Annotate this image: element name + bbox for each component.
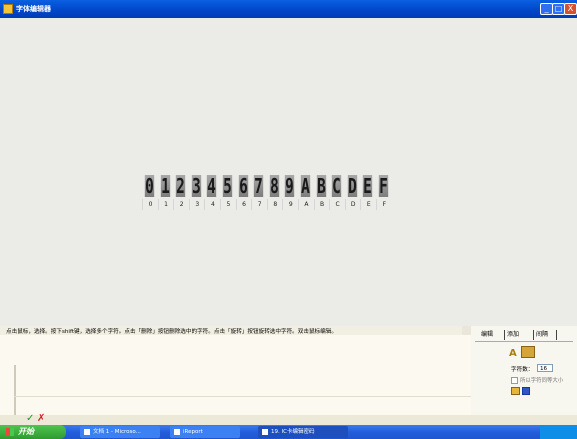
status-bar: 点击鼠标，选择。按下shift键，选择多个字符。点击「删除」按钮删除选中的字符。… bbox=[0, 326, 466, 335]
glyph-cell[interactable]: 77 bbox=[251, 175, 267, 217]
glyph-cell[interactable]: 55 bbox=[219, 175, 236, 217]
glyph-image[interactable]: 6 bbox=[238, 175, 248, 197]
taskbar-item-word[interactable]: 文档 1 - Microso... bbox=[80, 426, 160, 438]
close-button[interactable]: X bbox=[564, 3, 577, 15]
glyph-image[interactable]: D bbox=[347, 175, 357, 197]
glyph-image[interactable]: 0 bbox=[144, 175, 155, 197]
glyph-cell[interactable]: FF bbox=[375, 175, 392, 217]
font-settings-icon[interactable] bbox=[521, 346, 535, 358]
glyph-label: F bbox=[375, 199, 392, 210]
font-tools[interactable]: A bbox=[509, 346, 537, 366]
glyph-image[interactable]: F bbox=[378, 175, 389, 197]
glyph-image[interactable]: B bbox=[316, 175, 326, 197]
glyph-image[interactable]: A bbox=[300, 175, 311, 197]
same-size-label: 所以字符同等大小 bbox=[520, 378, 564, 384]
glyph-image[interactable]: 2 bbox=[176, 175, 186, 197]
glyph-strip: 00112233445566778899AABBCCDDEEFF bbox=[142, 175, 392, 217]
glyph-label: 8 bbox=[266, 199, 283, 210]
glyph-label: 0 bbox=[142, 199, 158, 210]
glyph-cell[interactable]: AA bbox=[297, 175, 314, 217]
glyph-label: B bbox=[313, 199, 330, 210]
windows-logo-icon bbox=[6, 428, 14, 436]
cancel-icon[interactable]: ✗ bbox=[37, 413, 45, 424]
glyph-label: 7 bbox=[251, 199, 267, 210]
glyph-label: 5 bbox=[219, 199, 236, 210]
taskbar-item-card-editor[interactable]: 19. IC卡编辑密码 bbox=[258, 426, 348, 438]
checkbox-icon[interactable] bbox=[511, 377, 518, 384]
glyph-cell[interactable]: DD bbox=[344, 175, 361, 217]
tab-add[interactable]: 添加 bbox=[504, 330, 521, 340]
font-icon[interactable]: A bbox=[509, 348, 517, 359]
glyph-cell[interactable]: 22 bbox=[173, 175, 189, 217]
title-bar: 字体编辑器 _ □ X bbox=[0, 0, 577, 18]
tab-edit[interactable]: 编辑 bbox=[479, 330, 495, 340]
ok-icon[interactable]: ✓ bbox=[26, 413, 34, 424]
taskbar-item-label: 文档 1 - Microso... bbox=[93, 429, 141, 435]
right-panel: 编辑 添加 间隔 A 字符数： 16 所以字符同等大小 bbox=[471, 326, 577, 415]
glyph-cell[interactable]: 44 bbox=[204, 175, 220, 217]
divider bbox=[14, 396, 492, 397]
taskbar-item-label: 19. IC卡编辑密码 bbox=[271, 429, 315, 435]
same-size-checkbox[interactable]: 所以字符同等大小 bbox=[511, 376, 563, 384]
glyph-label: C bbox=[329, 199, 345, 210]
glyph-label: 3 bbox=[188, 199, 205, 210]
window-title: 字体编辑器 bbox=[16, 5, 51, 13]
char-count-label: 字符数： bbox=[511, 367, 534, 373]
status-hint: 点击鼠标，选择。按下shift键，选择多个字符。点击「删除」按钮删除选中的字符。… bbox=[6, 329, 337, 335]
save-icon[interactable] bbox=[522, 387, 530, 395]
edit-area[interactable]: ✓ ✗ bbox=[0, 335, 492, 424]
glyph-cell[interactable]: 99 bbox=[282, 175, 298, 217]
glyph-cell[interactable]: 88 bbox=[266, 175, 283, 217]
glyph-cell[interactable]: CC bbox=[329, 175, 345, 217]
system-tray[interactable] bbox=[540, 425, 577, 439]
glyph-label: 2 bbox=[173, 199, 189, 210]
divider bbox=[14, 365, 16, 415]
glyph-image[interactable]: C bbox=[331, 175, 342, 197]
glyph-image[interactable]: 5 bbox=[222, 175, 233, 197]
glyph-cell[interactable]: 66 bbox=[235, 175, 252, 217]
glyph-image[interactable]: E bbox=[363, 175, 373, 197]
taskbar: 开始 文档 1 - Microso... iReport 19. IC卡编辑密码 bbox=[0, 425, 577, 439]
glyph-label: 9 bbox=[282, 199, 298, 210]
document-icon bbox=[84, 428, 90, 435]
glyph-label: A bbox=[297, 199, 314, 210]
glyph-image[interactable]: 1 bbox=[160, 175, 170, 197]
taskbar-item-label: iReport bbox=[183, 429, 203, 435]
app-icon bbox=[174, 428, 180, 435]
app-icon bbox=[262, 428, 268, 435]
start-button[interactable]: 开始 bbox=[0, 425, 66, 439]
glyph-cell[interactable]: BB bbox=[313, 175, 330, 217]
glyph-label: 4 bbox=[204, 199, 220, 210]
glyph-label: D bbox=[344, 199, 361, 210]
glyph-label: 1 bbox=[157, 199, 174, 210]
glyph-image[interactable]: 7 bbox=[253, 175, 264, 197]
glyph-image[interactable]: 4 bbox=[207, 175, 217, 197]
divider bbox=[475, 341, 573, 342]
start-label: 开始 bbox=[18, 427, 34, 436]
glyph-cell[interactable]: 11 bbox=[157, 175, 174, 217]
glyph-label: E bbox=[360, 199, 376, 210]
taskbar-item-ireport[interactable]: iReport bbox=[170, 426, 240, 438]
glyph-image[interactable]: 8 bbox=[269, 175, 279, 197]
tab-spacing[interactable]: 间隔 bbox=[533, 330, 558, 340]
char-count-field[interactable]: 16 bbox=[537, 364, 553, 372]
glyph-cell[interactable]: EE bbox=[360, 175, 376, 217]
glyph-cell[interactable]: 00 bbox=[142, 175, 158, 217]
glyph-canvas[interactable]: 00112233445566778899AABBCCDDEEFF bbox=[0, 18, 577, 326]
open-folder-icon[interactable] bbox=[511, 387, 520, 395]
glyph-image[interactable]: 3 bbox=[191, 175, 201, 197]
glyph-image[interactable]: 9 bbox=[285, 175, 295, 197]
app-icon bbox=[3, 4, 13, 14]
glyph-label: 6 bbox=[235, 199, 252, 210]
glyph-cell[interactable]: 33 bbox=[188, 175, 205, 217]
